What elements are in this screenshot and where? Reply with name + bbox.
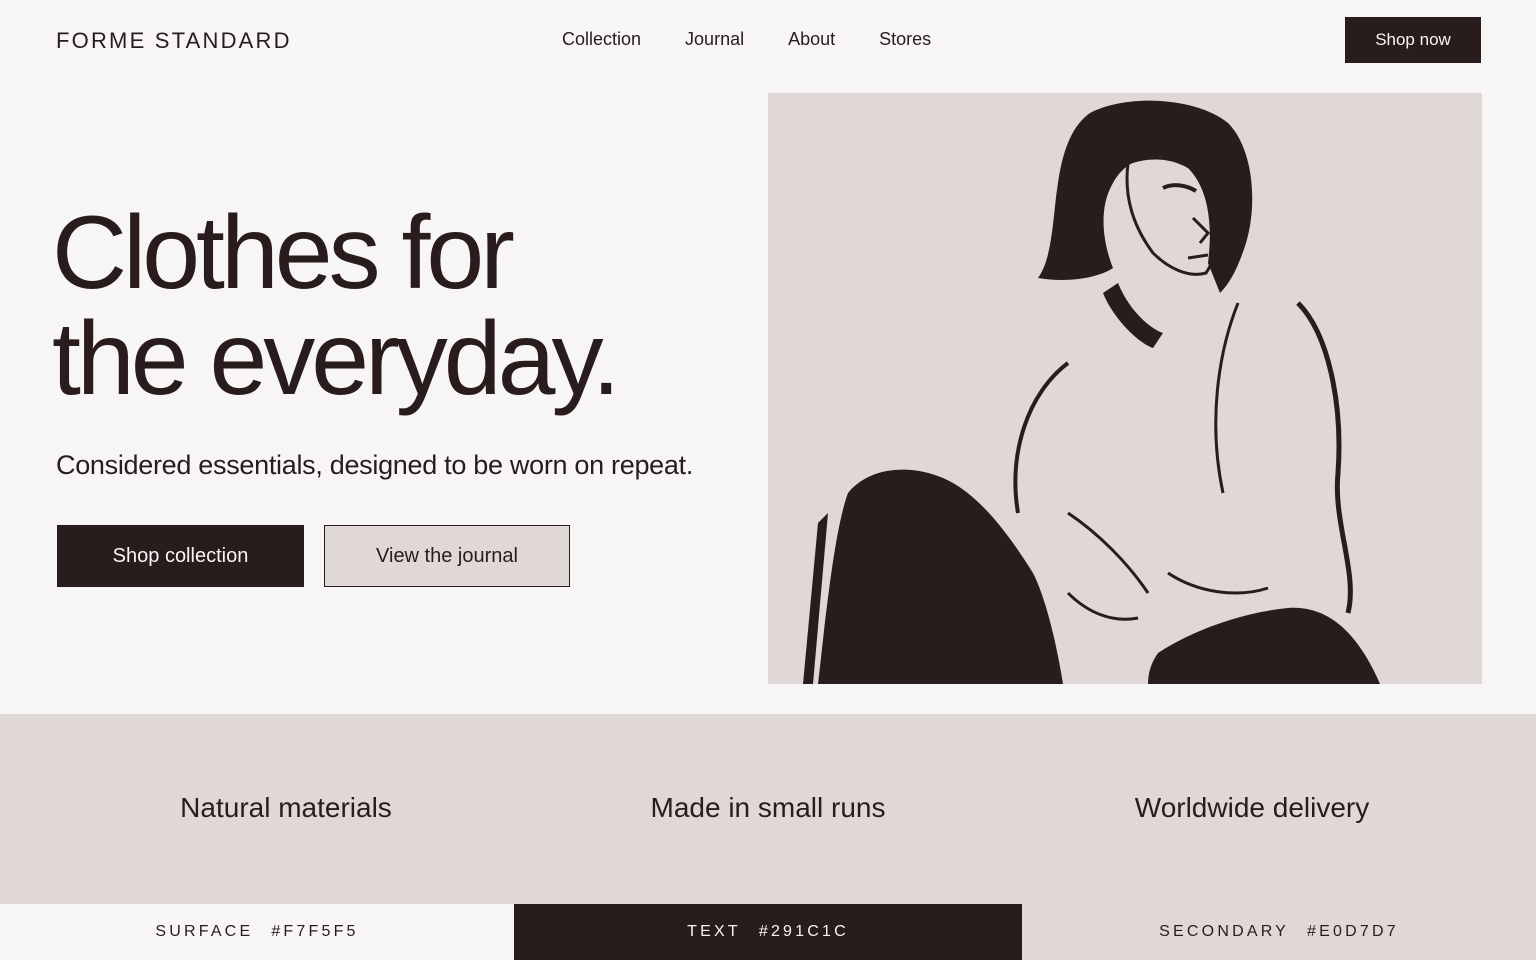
swatch-text: TEXT #291C1C bbox=[514, 904, 1022, 960]
hero-subtitle: Considered essentials, designed to be wo… bbox=[56, 450, 694, 480]
hero-title-line-1: Clothes for bbox=[52, 195, 515, 311]
nav-link-collection[interactable]: Collection bbox=[562, 29, 641, 50]
nav-link-stores[interactable]: Stores bbox=[879, 29, 931, 50]
swatch-name: TEXT bbox=[687, 923, 741, 940]
site-header: FORME STANDARD Collection Journal About … bbox=[0, 0, 1536, 80]
main-nav: Collection Journal About Stores bbox=[540, 29, 953, 50]
brand-logo[interactable]: FORME STANDARD bbox=[56, 28, 292, 54]
swatch-hex: #291C1C bbox=[758, 923, 849, 940]
hero-title-line-2: the everyday. bbox=[52, 301, 621, 417]
swatch-surface: SURFACE #F7F5F5 bbox=[0, 904, 514, 960]
feature-natural-materials: Natural materials bbox=[180, 792, 392, 823]
feature-worldwide-delivery: Worldwide delivery bbox=[1134, 792, 1370, 823]
swatch-name: SECONDARY bbox=[1159, 923, 1290, 940]
swatch-hex: #F7F5F5 bbox=[271, 923, 359, 940]
hero-title: Clothes for the everyday. bbox=[52, 200, 752, 412]
view-journal-button[interactable]: View the journal bbox=[324, 525, 570, 587]
hero-image bbox=[768, 93, 1482, 684]
nav-link-journal[interactable]: Journal bbox=[685, 29, 744, 50]
swatch-secondary: SECONDARY #E0D7D7 bbox=[1022, 904, 1536, 960]
shop-collection-button[interactable]: Shop collection bbox=[57, 525, 304, 587]
feature-small-runs: Made in small runs bbox=[650, 792, 886, 823]
model-illustration bbox=[803, 100, 1380, 684]
swatch-name: SURFACE bbox=[155, 923, 254, 940]
nav-link-about[interactable]: About bbox=[788, 29, 835, 50]
color-swatches: SURFACE #F7F5F5 TEXT #291C1C SECONDARY #… bbox=[0, 904, 1536, 960]
swatch-hex: #E0D7D7 bbox=[1307, 923, 1399, 940]
features-band: Natural materials Made in small runs Wor… bbox=[0, 714, 1536, 904]
shop-now-button[interactable]: Shop now bbox=[1345, 17, 1481, 63]
